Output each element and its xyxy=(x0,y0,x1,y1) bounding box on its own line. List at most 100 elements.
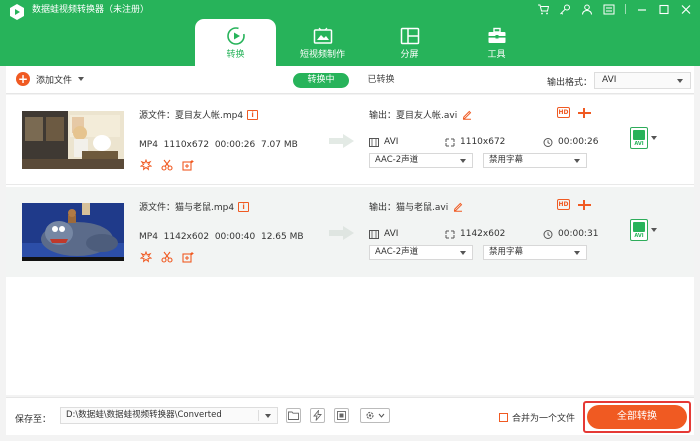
menu-icon[interactable] xyxy=(601,2,617,16)
enhance-icon[interactable] xyxy=(181,250,194,263)
source-duration: 00:00:26 xyxy=(214,140,256,150)
toolbar: + 添加文件 转换中 已转换 输出格式： AVI xyxy=(6,66,694,94)
cut-icon[interactable] xyxy=(160,158,173,171)
video-settings-icon[interactable]: HD xyxy=(557,199,570,210)
converting-tab[interactable]: 转换中 xyxy=(293,73,349,88)
effects-icon[interactable] xyxy=(139,250,152,263)
effects-icon[interactable] xyxy=(139,158,152,171)
convert-all-highlight: 全部转换 xyxy=(583,401,691,433)
film-icon xyxy=(369,229,379,239)
file-row: 源文件： 猫与老鼠.mp4 i MP4 1142x602 00:00:40 12… xyxy=(6,187,694,277)
source-duration: 00:00:40 xyxy=(214,232,256,242)
output-file: 输出： 夏目友人帐.avi xyxy=(369,108,472,121)
resize-icon xyxy=(445,230,455,238)
maximize-icon[interactable] xyxy=(656,2,672,16)
save-to-label: 保存至： xyxy=(15,415,52,425)
toolbox-icon xyxy=(486,25,508,47)
tab-convert-label: 转换 xyxy=(226,50,245,60)
settings-icon[interactable] xyxy=(360,408,390,423)
output-format-value: AVI xyxy=(602,75,617,85)
add-file-label: 添加文件 xyxy=(36,75,73,86)
edit-name-icon[interactable] xyxy=(462,110,472,120)
format-badge-icon[interactable]: AVI xyxy=(630,219,648,241)
title-bar: 数据蛙视频转换器（未注册） 转换 短视频制作 分屏 工具 xyxy=(0,0,700,66)
output-format-spec: AVI xyxy=(369,137,398,147)
output-format-select[interactable]: AVI xyxy=(594,72,691,89)
format-badge-fill xyxy=(633,222,645,232)
video-thumbnail[interactable] xyxy=(22,111,124,169)
output-tools: HD xyxy=(557,107,591,118)
merge-checkbox[interactable] xyxy=(499,413,508,422)
chevron-down-icon xyxy=(460,159,466,163)
video-settings-icon[interactable]: HD xyxy=(557,107,570,118)
subtitle-value: 禁用字幕 xyxy=(489,155,524,165)
tab-convert[interactable]: 转换 xyxy=(195,19,276,66)
output-specs: AVI 1110x672 00:00:26 xyxy=(369,137,599,149)
tab-toolbox[interactable]: 工具 xyxy=(456,19,537,66)
output-resolution-spec: 1110x672 xyxy=(445,137,505,147)
subtitle-select[interactable]: 禁用字幕 xyxy=(483,245,587,260)
output-resolution: 1110x672 xyxy=(460,137,506,147)
audio-track-select[interactable]: AAC-2声道 xyxy=(369,153,473,168)
tab-split-screen[interactable]: 分屏 xyxy=(369,19,450,66)
source-file: 源文件： 猫与老鼠.mp4 i xyxy=(139,200,250,213)
source-meta: MP4 1110x672 00:00:26 7.07 MB xyxy=(139,140,298,150)
audio-track-select[interactable]: AAC-2声道 xyxy=(369,245,473,260)
clock-icon xyxy=(543,229,553,239)
info-icon[interactable]: i xyxy=(238,201,250,212)
output-format: AVI xyxy=(384,137,399,147)
chevron-down-icon[interactable] xyxy=(651,136,657,140)
cut-icon[interactable] xyxy=(160,250,173,263)
edit-tools xyxy=(139,158,194,171)
cart-icon[interactable] xyxy=(535,2,551,16)
converted-tab[interactable]: 已转换 xyxy=(353,73,409,88)
edit-tools xyxy=(139,250,194,263)
key-icon[interactable] xyxy=(557,2,573,16)
compress-icon[interactable] xyxy=(578,199,591,210)
source-size: 12.65 MB xyxy=(260,232,304,242)
add-file-button[interactable]: + 添加文件 xyxy=(16,72,85,86)
file-row: 源文件： 夏目友人帐.mp4 i MP4 1110x672 00:00:26 7… xyxy=(6,95,694,185)
chevron-down-icon[interactable] xyxy=(651,228,657,232)
minimize-icon[interactable] xyxy=(634,2,650,16)
output-format-spec: AVI xyxy=(369,229,398,239)
output-resolution-spec: 1142x602 xyxy=(445,229,505,239)
source-file-name: 猫与老鼠.mp4 xyxy=(175,203,235,213)
merge-option[interactable]: 合并为一个文件 xyxy=(499,411,575,424)
chevron-down-icon[interactable] xyxy=(78,77,85,81)
output-file: 输出： 猫与老鼠.avi xyxy=(369,200,463,213)
save-path-select[interactable]: D:\数据蛙\数据蛙视频转换器\Converted xyxy=(60,407,278,424)
chevron-down-icon xyxy=(460,251,466,255)
enhance-icon[interactable] xyxy=(181,158,194,171)
hardware-accel-off-icon[interactable] xyxy=(310,408,325,423)
main-tabs: 转换 短视频制作 分屏 工具 xyxy=(195,19,543,66)
gpu-off-icon[interactable] xyxy=(334,408,349,423)
user-icon[interactable] xyxy=(579,2,595,16)
tab-short-video[interactable]: 短视频制作 xyxy=(282,19,363,66)
edit-name-icon[interactable] xyxy=(453,202,463,212)
plus-icon: + xyxy=(16,72,30,86)
format-badge-fill xyxy=(633,130,645,140)
subtitle-select[interactable]: 禁用字幕 xyxy=(483,153,587,168)
folder-icon[interactable] xyxy=(286,408,301,423)
split-screen-icon xyxy=(399,25,421,47)
compress-icon[interactable] xyxy=(578,107,591,118)
format-badge-text: AVI xyxy=(634,141,644,147)
chevron-down-icon xyxy=(574,159,580,163)
source-size: 7.07 MB xyxy=(260,140,298,150)
output-file-name: 猫与老鼠.avi xyxy=(396,203,449,213)
video-thumbnail[interactable] xyxy=(22,203,124,261)
info-icon[interactable]: i xyxy=(247,109,259,120)
output-format: AVI xyxy=(384,229,399,239)
convert-all-button[interactable]: 全部转换 xyxy=(587,405,687,429)
output-tools: HD xyxy=(557,199,591,210)
chevron-down-icon xyxy=(677,79,683,83)
format-badge-icon[interactable]: AVI xyxy=(630,127,648,149)
tab-split-screen-label: 分屏 xyxy=(400,50,419,60)
format-badge-text: AVI xyxy=(634,233,644,239)
arrow-right-icon xyxy=(329,226,354,240)
output-duration: 00:00:31 xyxy=(558,229,599,239)
close-icon[interactable] xyxy=(678,2,694,16)
short-video-icon xyxy=(312,25,334,47)
convert-icon xyxy=(225,25,247,47)
